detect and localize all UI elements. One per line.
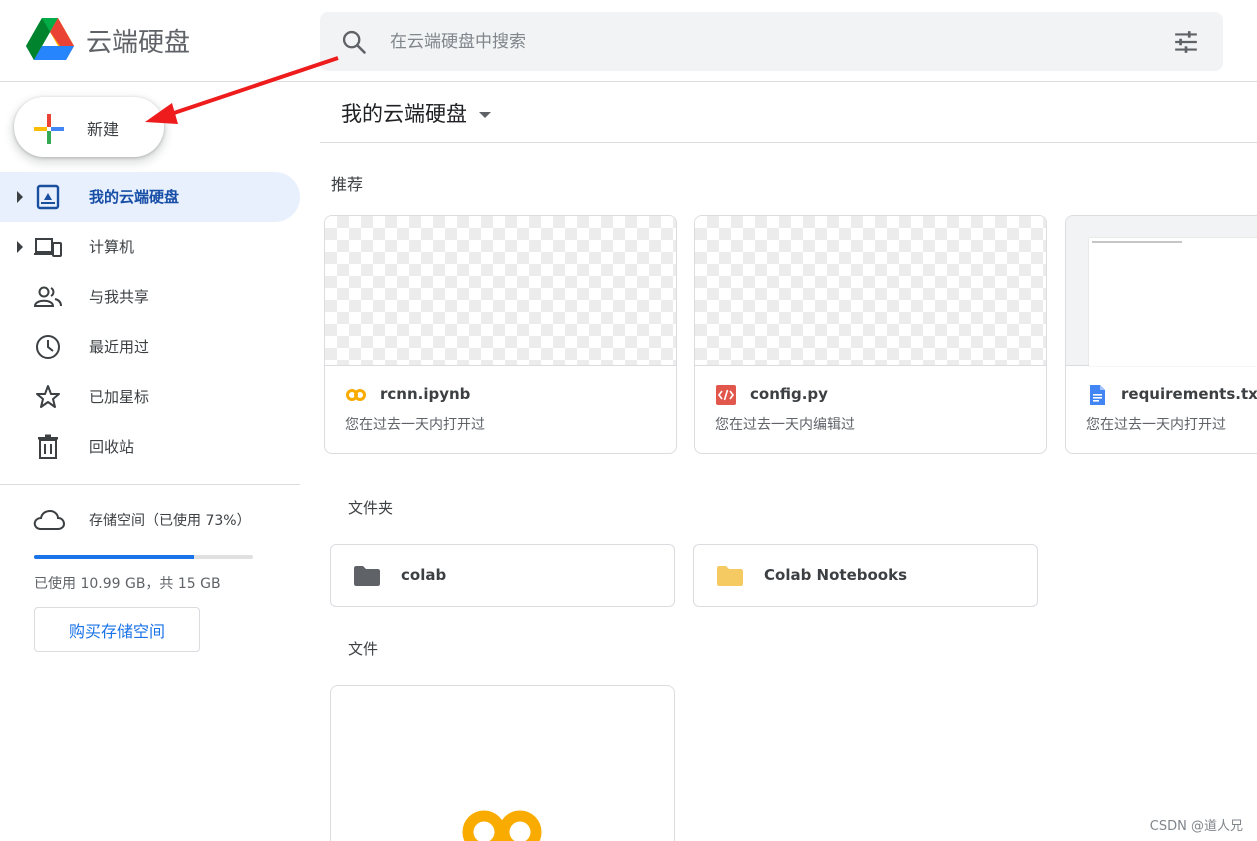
storage-used-text: 已使用 10.99 GB，共 15 GB	[34, 576, 221, 592]
sidebar-item-recent[interactable]: 最近用过	[0, 322, 300, 372]
storage-label: 存储空间（已使用 73%）	[89, 513, 251, 529]
storage-progress-bar	[34, 555, 253, 559]
file-name: requirements.txt	[1121, 385, 1257, 403]
code-file-icon	[716, 385, 736, 405]
sidebar-item-starred[interactable]: 已加星标	[0, 372, 300, 422]
folder-item[interactable]: Colab Notebooks	[693, 544, 1038, 607]
sidebar-item-label: 我的云端硬盘	[89, 188, 180, 206]
doc-icon	[1090, 385, 1105, 405]
watermark: CSDN @道人兄	[1149, 819, 1243, 834]
sidebar-item-my-drive[interactable]: 我的云端硬盘	[0, 172, 300, 222]
sidebar-item-label: 与我共享	[89, 288, 150, 306]
search-input[interactable]	[390, 26, 1150, 58]
folder-icon	[354, 566, 380, 586]
folder-name: Colab Notebooks	[764, 566, 907, 584]
sidebar-item-shared-with-me[interactable]: 与我共享	[0, 272, 300, 322]
storage-progress-fill	[34, 555, 194, 559]
plus-icon	[34, 114, 64, 144]
star-icon	[36, 385, 60, 408]
suggested-file-card[interactable]: requirements.txt 您在过去一天内打开过	[1065, 215, 1257, 454]
folder-icon	[717, 566, 743, 586]
trash-icon	[38, 434, 58, 459]
shared-with-me-icon	[34, 286, 62, 307]
dropdown-arrow-icon	[479, 112, 491, 118]
my-drive-icon	[36, 184, 60, 210]
suggested-heading: 推荐	[331, 175, 364, 194]
recent-icon	[36, 335, 60, 359]
document-preview	[1089, 238, 1257, 366]
buy-storage-button[interactable]: 购买存储空间	[34, 607, 200, 652]
location-title[interactable]: 我的云端硬盘	[341, 98, 491, 128]
caret-right-icon[interactable]	[16, 240, 24, 254]
folders-heading: 文件夹	[348, 499, 394, 517]
main-divider	[320, 142, 1257, 143]
sidebar-item-label: 回收站	[89, 438, 135, 456]
sidebar-item-label: 已加星标	[89, 388, 150, 406]
drive-app: 云端硬盘 在云端硬盘中搜索 新建 我的云端硬盘 计算机 与我共享 最近用过 已加…	[0, 0, 1257, 841]
location-title-label: 我的云端硬盘	[341, 102, 467, 126]
sidebar-item-storage[interactable]: 存储空间（已使用 73%）	[0, 500, 300, 540]
sidebar-item-label: 最近用过	[89, 338, 150, 356]
sidebar-item-trash[interactable]: 回收站	[0, 422, 300, 472]
new-button-label: 新建	[87, 120, 120, 139]
new-button[interactable]: 新建	[14, 97, 164, 157]
preview-text-line	[1092, 241, 1182, 243]
search-bar[interactable]	[320, 12, 1223, 71]
file-name: rcnn.ipynb	[380, 385, 471, 403]
app-title[interactable]: 云端硬盘	[86, 22, 190, 59]
file-thumbnail	[695, 216, 1046, 366]
file-activity: 您在过去一天内打开过	[1086, 417, 1226, 433]
drive-logo[interactable]	[26, 18, 74, 62]
file-thumbnail	[325, 216, 676, 366]
file-thumbnail	[1066, 216, 1257, 366]
search-icon[interactable]	[340, 28, 368, 56]
search-options-icon[interactable]	[1173, 29, 1199, 55]
computers-icon	[34, 238, 62, 257]
file-activity: 您在过去一天内编辑过	[715, 417, 855, 433]
folder-item[interactable]: colab	[330, 544, 675, 607]
files-heading: 文件	[348, 640, 379, 658]
folder-name: colab	[401, 566, 447, 584]
colab-icon	[462, 810, 542, 841]
sidebar-divider	[0, 484, 300, 485]
cloud-icon	[33, 509, 65, 530]
file-tile[interactable]	[330, 685, 675, 841]
file-activity: 您在过去一天内打开过	[345, 417, 485, 433]
sidebar-item-computers[interactable]: 计算机	[0, 222, 300, 272]
sidebar-item-label: 计算机	[89, 238, 135, 256]
suggested-file-card[interactable]: config.py 您在过去一天内编辑过	[694, 215, 1047, 454]
suggested-file-card[interactable]: rcnn.ipynb 您在过去一天内打开过	[324, 215, 677, 454]
caret-right-icon[interactable]	[16, 190, 24, 204]
file-name: config.py	[750, 385, 828, 403]
colab-icon	[346, 389, 366, 401]
top-bar: 云端硬盘	[0, 0, 1257, 82]
